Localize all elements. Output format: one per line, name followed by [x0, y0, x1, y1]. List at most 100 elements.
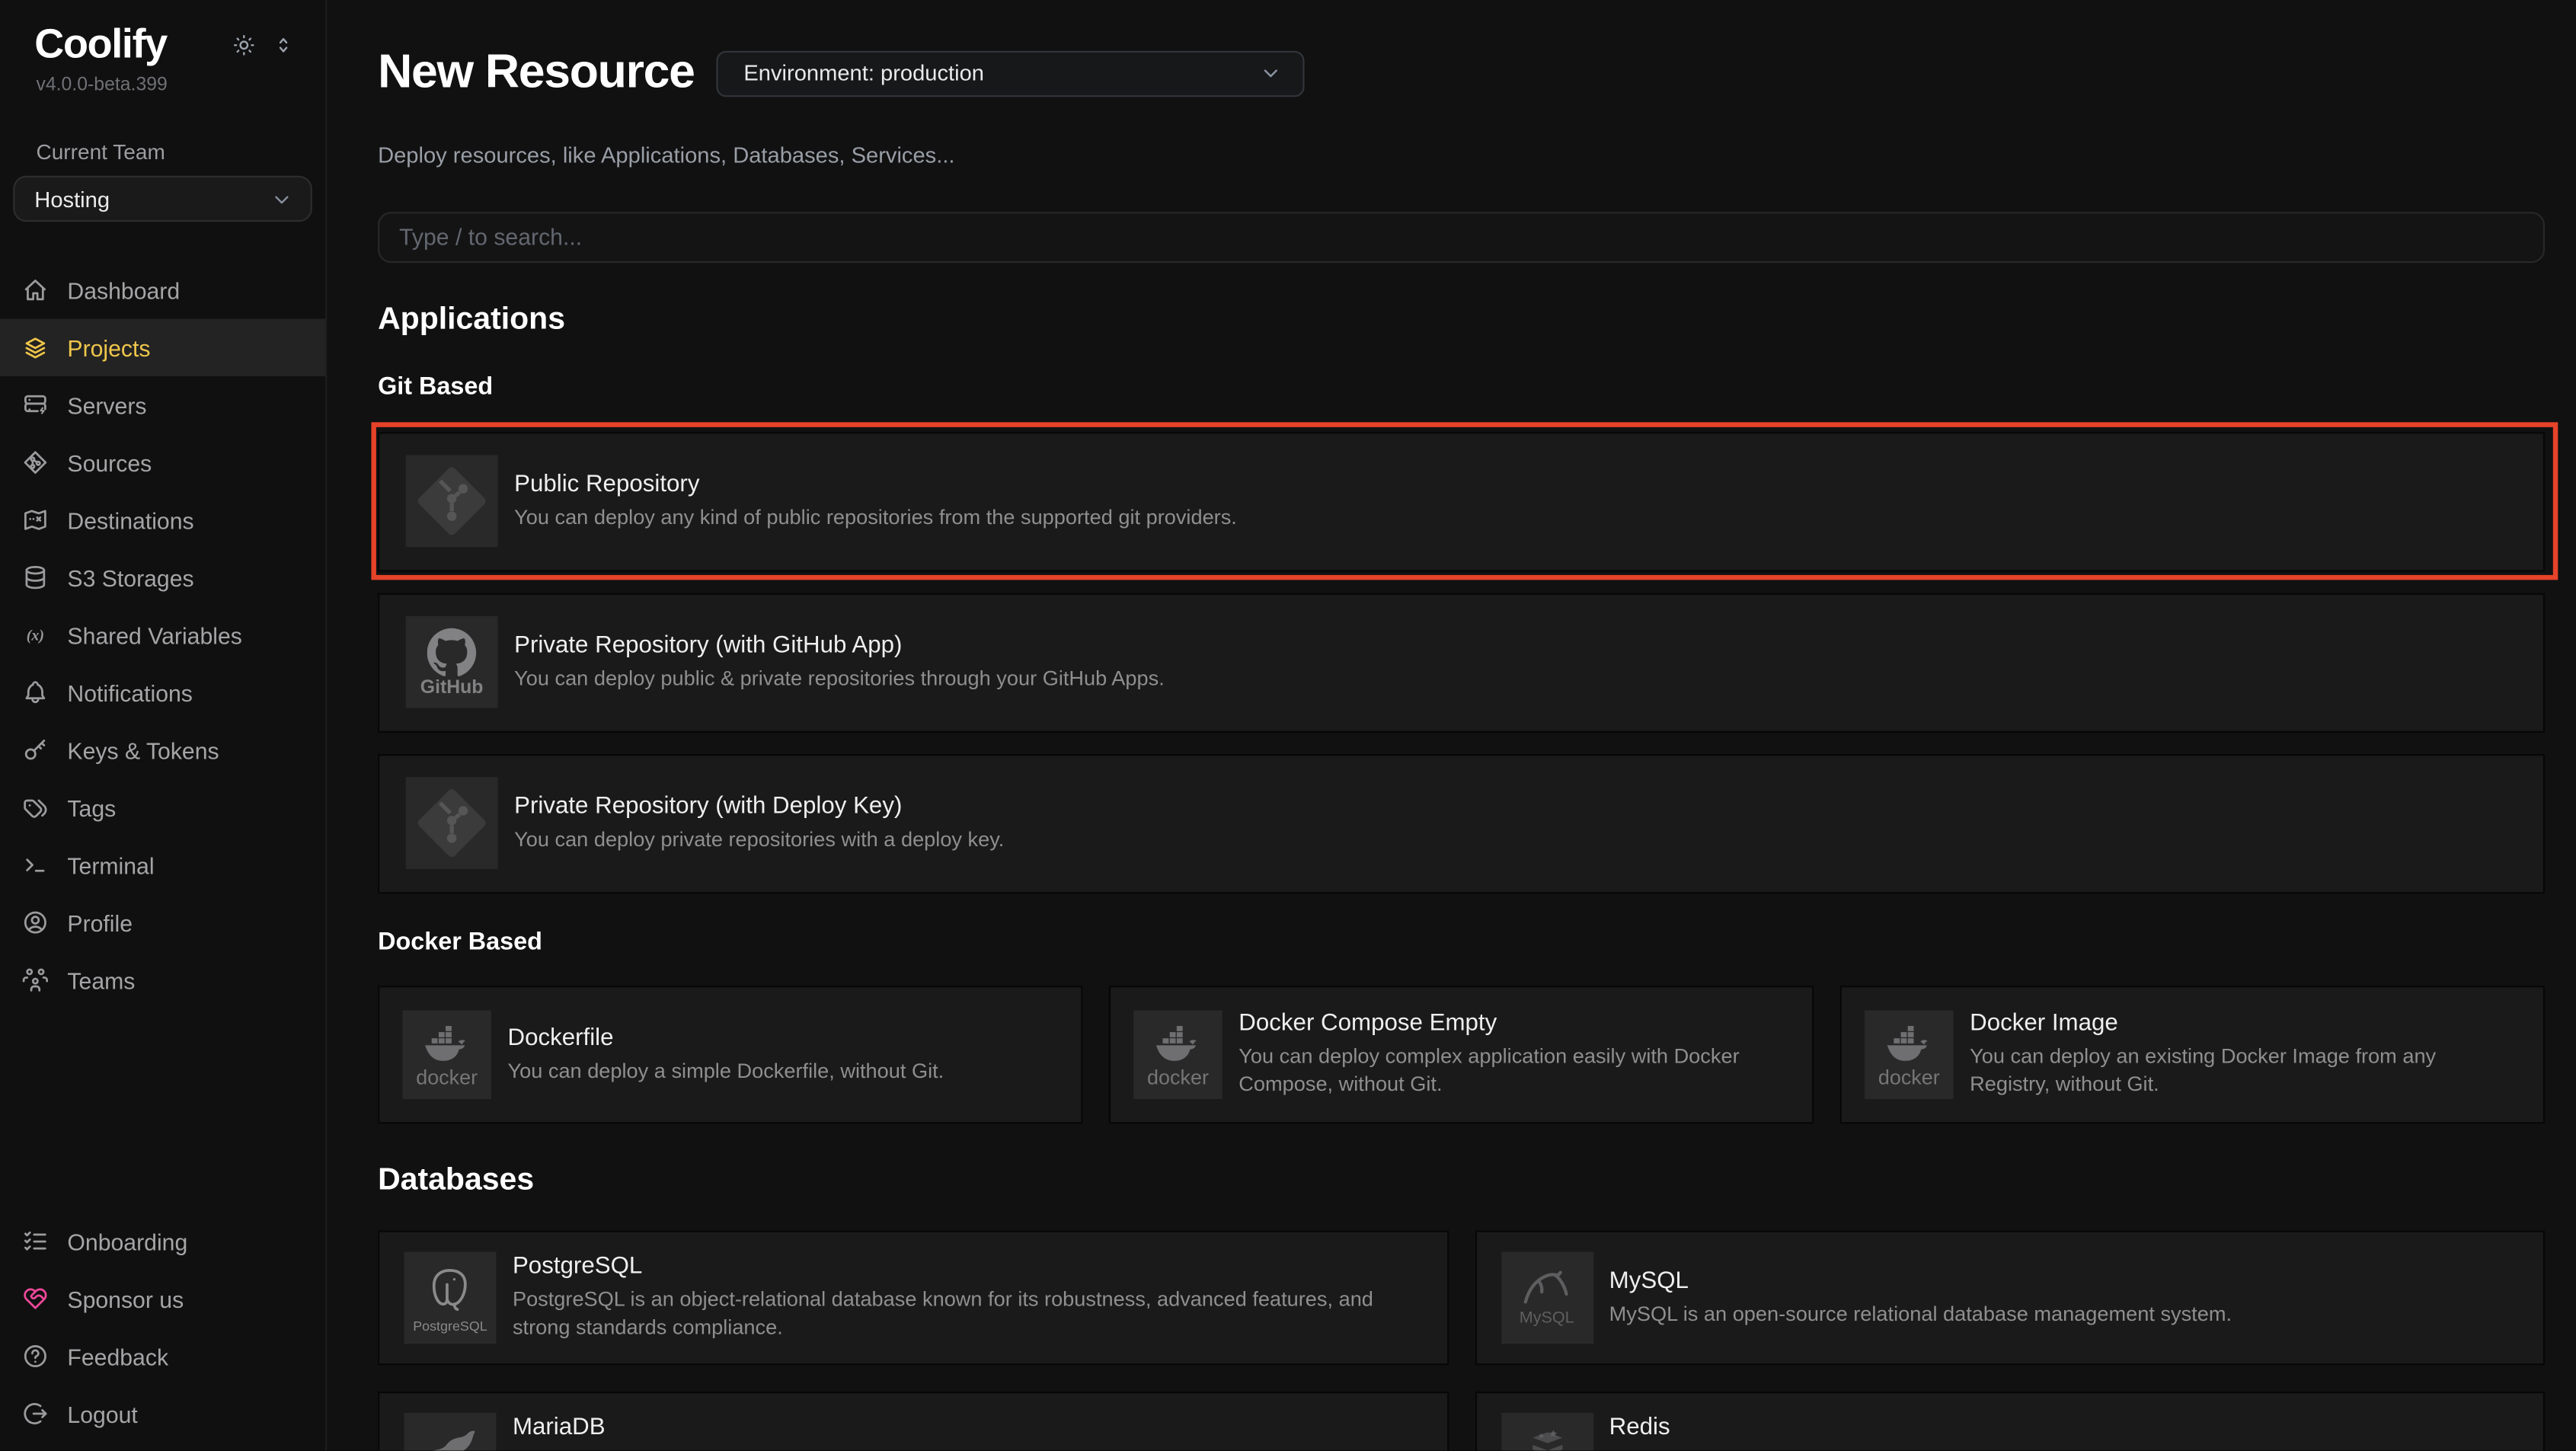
card-description: You can deploy any kind of public reposi… [514, 505, 1237, 532]
card-dockerfile[interactable]: docker Dockerfile You can deploy a simpl… [378, 986, 1082, 1123]
sidebar-item-notifications[interactable]: Notifications [0, 663, 325, 721]
page-title: New Resource [378, 46, 695, 101]
sidebar-item-terminal[interactable]: Terminal [0, 836, 325, 893]
docker-based-cards: docker Dockerfile You can deploy a simpl… [378, 986, 2545, 1123]
environment-select-value: Environment: production [743, 62, 984, 86]
card-title: MariaDB [513, 1415, 1422, 1442]
databases-heading: Databases [378, 1163, 2545, 1199]
sidebar-item-feedback[interactable]: Feedback [0, 1328, 325, 1385]
card-title: Dockerfile [507, 1024, 944, 1051]
sidebar-item-projects[interactable]: Projects [0, 318, 325, 376]
card-redis[interactable]: redis Redis Redis is a source-available,… [1475, 1392, 2545, 1451]
logout-icon [21, 1400, 50, 1428]
sidebar-item-onboarding[interactable]: Onboarding [0, 1213, 325, 1270]
sidebar-item-logout[interactable]: Logout [0, 1385, 325, 1442]
page-header: New Resource Environment: production [378, 14, 2545, 133]
bell-icon [21, 679, 50, 707]
team-label: Current Team [0, 95, 325, 165]
sidebar-item-dashboard[interactable]: Dashboard [0, 261, 325, 318]
sidebar-item-keys-tokens[interactable]: Keys & Tokens [0, 721, 325, 778]
sidebar-item-tags[interactable]: Tags [0, 778, 325, 836]
card-mysql[interactable]: MySQL MySQL MySQL is an open-source rela… [1475, 1230, 2545, 1365]
card-title: PostgreSQL [513, 1254, 1422, 1281]
mariadb-icon: MariaDB [404, 1413, 497, 1451]
page-subtitle: Deploy resources, like Applications, Dat… [378, 142, 2545, 167]
sidebar-item-teams[interactable]: Teams [0, 951, 325, 1008]
card-description: You can deploy public & private reposito… [514, 666, 1165, 692]
card-docker-compose-empty[interactable]: docker Docker Compose Empty You can depl… [1109, 986, 1814, 1123]
team-select[interactable]: Hosting [13, 176, 312, 222]
svg-text:(x): (x) [27, 628, 44, 644]
users-group-icon [21, 966, 50, 994]
sidebar-item-sources[interactable]: Sources [0, 433, 325, 491]
docker-caption: docker [1878, 1067, 1940, 1088]
search-input[interactable] [378, 212, 2545, 263]
card-title: Docker Image [1970, 1012, 2520, 1038]
sidebar-footer-nav: Onboarding Sponsor us Feedback Logout [0, 1213, 325, 1451]
theme-sun-icon[interactable] [232, 33, 256, 57]
card-mariadb[interactable]: MariaDB MariaDB MariaDB is a community-d… [378, 1392, 1448, 1451]
database-icon [21, 564, 50, 592]
databases-row-1: PostgreSQL PostgreSQL PostgreSQL is an o… [378, 1230, 2545, 1365]
main-content: New Resource Environment: production Dep… [328, 0, 2576, 1451]
git-icon [406, 455, 498, 548]
variable-icon: (x) [21, 621, 50, 649]
app-logo: Coolify [34, 21, 167, 69]
card-postgresql[interactable]: PostgreSQL PostgreSQL PostgreSQL is an o… [378, 1230, 1448, 1365]
card-title: Private Repository (with GitHub App) [514, 633, 1165, 660]
git-diamond-icon [21, 449, 50, 477]
checklist-icon [21, 1227, 50, 1255]
chevron-down-icon [1258, 62, 1282, 86]
redis-icon: redis [1501, 1413, 1593, 1451]
team-select-value: Hosting [34, 187, 110, 211]
sidebar-item-servers[interactable]: Servers [0, 376, 325, 433]
postgresql-caption: PostgreSQL [413, 1318, 487, 1332]
mysql-caption: MySQL [1520, 1311, 1574, 1328]
card-private-repository-deploy-key[interactable]: Private Repository (with Deploy Key) You… [378, 754, 2545, 893]
card-description: You can deploy an existing Docker Image … [1970, 1044, 2520, 1098]
card-title: Docker Compose Empty [1238, 1012, 1789, 1038]
docker-caption: docker [416, 1067, 478, 1088]
server-icon [21, 391, 50, 419]
sidebar-nav: Dashboard Projects Servers Sources Desti… [0, 261, 325, 1008]
postgresql-icon: PostgreSQL [404, 1251, 497, 1344]
sidebar-item-s3-storages[interactable]: S3 Storages [0, 548, 325, 606]
docker-icon: docker [1865, 1010, 1953, 1098]
docker-icon: docker [1133, 1010, 1222, 1098]
card-description: You can deploy private repositories with… [514, 826, 1004, 853]
stack-icon [21, 334, 50, 362]
card-private-repository-github-app[interactable]: GitHub Private Repository (with GitHub A… [378, 593, 2545, 732]
sidebar-item-destinations[interactable]: Destinations [0, 491, 325, 548]
github-icon: GitHub [406, 617, 498, 709]
user-circle-icon [21, 909, 50, 937]
card-title: Redis [1609, 1415, 2519, 1442]
card-description: MySQL is an open-source relational datab… [1609, 1301, 2232, 1328]
home-icon [21, 276, 50, 304]
card-description: You can deploy complex application easil… [1238, 1044, 1789, 1098]
sidebar-item-shared-variables[interactable]: (x) Shared Variables [0, 606, 325, 663]
card-description: You can deploy a simple Dockerfile, with… [507, 1057, 944, 1084]
card-title: Public Repository [514, 471, 1237, 498]
brand-row: Coolify [0, 0, 325, 69]
card-docker-image[interactable]: docker Docker Image You can deploy an ex… [1840, 986, 2545, 1123]
tags-icon [21, 794, 50, 822]
docker-icon: docker [402, 1010, 491, 1098]
docker-based-heading: Docker Based [378, 928, 2545, 956]
sidebar-item-sponsor-us[interactable]: Sponsor us [0, 1270, 325, 1327]
card-description: MariaDB is a community-developed, commer… [513, 1448, 1422, 1450]
key-icon [21, 736, 50, 764]
card-description: PostgreSQL is an object-relational datab… [513, 1287, 1422, 1341]
applications-heading: Applications [378, 302, 2545, 338]
card-public-repository[interactable]: Public Repository You can deploy any kin… [378, 432, 2545, 571]
chevron-down-icon [270, 187, 294, 211]
app-version: v4.0.0-beta.399 [0, 69, 325, 96]
coolify-app: Coolify v4.0.0-beta.399 Current Team Hos… [0, 0, 2576, 1451]
environment-select[interactable]: Environment: production [716, 51, 1304, 97]
card-title: Private Repository (with Deploy Key) [514, 794, 1004, 820]
sidebar-item-profile[interactable]: Profile [0, 893, 325, 951]
card-description: Redis is a source-available, in-memory s… [1609, 1448, 2519, 1450]
map-icon [21, 506, 50, 534]
terminal-icon [21, 851, 50, 879]
selector-chevrons-icon[interactable] [271, 33, 296, 57]
databases-row-2: MariaDB MariaDB MariaDB is a community-d… [378, 1392, 2545, 1451]
